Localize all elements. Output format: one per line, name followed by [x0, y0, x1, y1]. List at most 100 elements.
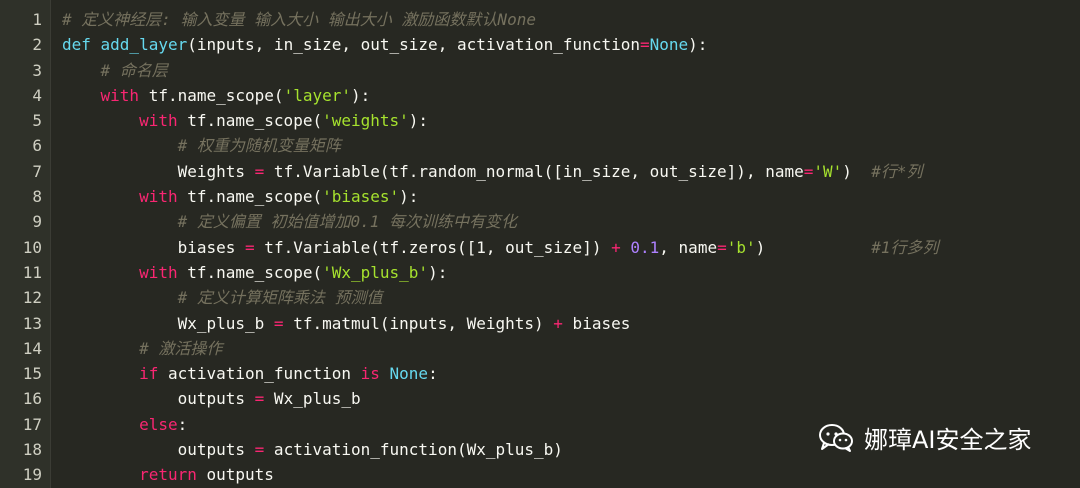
code-token: else [139, 414, 178, 434]
code-editor[interactable]: 1 # 定义神经层: 输入变量 输入大小 输出大小 激励函数默认None 2 def … [0, 0, 1080, 488]
line-code: # 定义计算矩阵乘法 预测值 [62, 285, 383, 310]
code-token: None [649, 35, 689, 55]
code-line[interactable]: 8 with tf.name_scope('biases'): [0, 184, 1080, 209]
wechat-icon [818, 423, 854, 453]
code-line[interactable]: 6 # 权重为随机变量矩阵 [0, 133, 1080, 158]
code-token: 'b' [726, 237, 756, 257]
code-line[interactable]: 14 # 激活操作 [0, 336, 1080, 361]
watermark: 娜璋AI安全之家 [818, 420, 1032, 455]
code-token: = [803, 161, 814, 181]
code-token: biases [62, 237, 246, 257]
line-code: Weights = tf.Variable(tf.random_normal([… [62, 159, 923, 184]
code-token: is [360, 364, 380, 384]
code-line[interactable]: 9 # 定义偏置 初始值增加0.1 每次训练中有变化 [0, 209, 1080, 234]
line-number: 19 [22, 465, 42, 485]
code-line[interactable]: 4 with tf.name_scope('layer'): [0, 83, 1080, 108]
line-code: biases = tf.Variable(tf.zeros([1, out_si… [62, 235, 939, 260]
line-number: 17 [22, 414, 42, 434]
line-number: 14 [22, 338, 42, 358]
line-number: 4 [32, 85, 42, 105]
line-code: Wx_plus_b = tf.matmul(inputs, Weights) +… [62, 311, 631, 336]
code-line[interactable]: 11 with tf.name_scope('Wx_plus_b'): [0, 260, 1080, 285]
code-token: = [254, 389, 265, 409]
code-token: Wx_plus_b [264, 389, 361, 409]
code-token: biases [562, 313, 631, 333]
code-token: tf.name_scope( [177, 262, 323, 282]
code-token: ): [408, 111, 429, 131]
line-code: # 定义偏置 初始值增加0.1 每次训练中有变化 [62, 209, 517, 234]
code-token: # 定义计算矩阵乘法 预测值 [177, 288, 383, 308]
code-token: 'Wx_plus_b' [322, 262, 429, 282]
code-token: #1行多列 [871, 237, 939, 257]
code-token: ): [351, 85, 371, 105]
code-token: = [639, 35, 650, 55]
code-token: + [553, 313, 563, 333]
code-token: tf.matmul(inputs, Weights) [283, 313, 554, 333]
code-line[interactable]: 13 Wx_plus_b = tf.matmul(inputs, Weights… [0, 311, 1080, 336]
code-token: tf.Variable(tf.zeros([1, out_size]) [254, 237, 612, 257]
code-line[interactable]: 19 return outputs [0, 462, 1080, 487]
line-number: 13 [22, 313, 42, 333]
code-token: , name [659, 237, 718, 257]
line-code: with tf.name_scope('Wx_plus_b'): [62, 260, 447, 285]
code-token: = [245, 237, 255, 257]
code-line[interactable]: 16 outputs = Wx_plus_b [0, 386, 1080, 411]
code-line[interactable]: 1 # 定义神经层: 输入变量 输入大小 输出大小 激励函数默认None [0, 7, 1080, 32]
code-token: : [428, 364, 438, 384]
code-token: = [273, 313, 284, 333]
code-token: 0.1 [630, 237, 660, 257]
line-code: with tf.name_scope('biases'): [62, 184, 418, 209]
code-token: 'layer' [283, 85, 351, 105]
line-number: 5 [32, 111, 42, 131]
code-token: = [254, 440, 265, 460]
code-line[interactable]: 7 Weights = tf.Variable(tf.random_normal… [0, 159, 1080, 184]
line-code: # 激活操作 [62, 336, 222, 361]
code-line[interactable]: 2 def add_layer(inputs, in_size, out_size… [0, 32, 1080, 57]
code-token: ) [755, 237, 872, 257]
line-number: 15 [22, 364, 42, 384]
code-line[interactable]: 12 # 定义计算矩阵乘法 预测值 [0, 285, 1080, 310]
line-number: 9 [32, 212, 42, 232]
code-token: with [139, 111, 178, 131]
code-token: Weights [62, 161, 255, 181]
code-token: if [139, 364, 159, 384]
code-token: activation_function(Wx_plus_b) [264, 440, 563, 460]
line-code: # 定义神经层: 输入变量 输入大小 输出大小 激励函数默认None [62, 7, 536, 32]
code-token: + [611, 237, 621, 257]
code-line[interactable]: 10 biases = tf.Variable(tf.zeros([1, out… [0, 235, 1080, 260]
code-token: tf.name_scope( [177, 111, 323, 131]
line-code: outputs = activation_function(Wx_plus_b) [62, 437, 563, 462]
line-number: 12 [22, 288, 42, 308]
line-number: 18 [22, 440, 42, 460]
line-code: outputs = Wx_plus_b [62, 386, 361, 411]
code-token: # 定义偏置 初始值增加0.1 每次训练中有变化 [177, 212, 518, 232]
code-token: with [139, 262, 178, 282]
code-line[interactable]: 3 # 命名层 [0, 58, 1080, 83]
code-token: add_layer [100, 35, 188, 55]
code-token: return [139, 465, 197, 485]
code-token: 'biases' [322, 187, 400, 207]
line-code: if activation_function is None: [62, 361, 438, 386]
code-token: # 命名层 [100, 60, 168, 80]
code-token: ) [842, 161, 872, 181]
code-token: def [62, 35, 101, 55]
code-token: : [177, 414, 188, 434]
line-number: 10 [22, 237, 42, 257]
code-token: ): [399, 187, 419, 207]
code-token: outputs [196, 465, 274, 485]
code-line[interactable]: 15 if activation_function is None: [0, 361, 1080, 386]
line-code: with tf.name_scope('layer'): [62, 83, 371, 108]
line-code: return outputs [62, 462, 274, 487]
code-lines[interactable]: 1 # 定义神经层: 输入变量 输入大小 输出大小 激励函数默认None 2 def … [0, 7, 1080, 488]
code-line[interactable]: 5 with tf.name_scope('weights'): [0, 108, 1080, 133]
